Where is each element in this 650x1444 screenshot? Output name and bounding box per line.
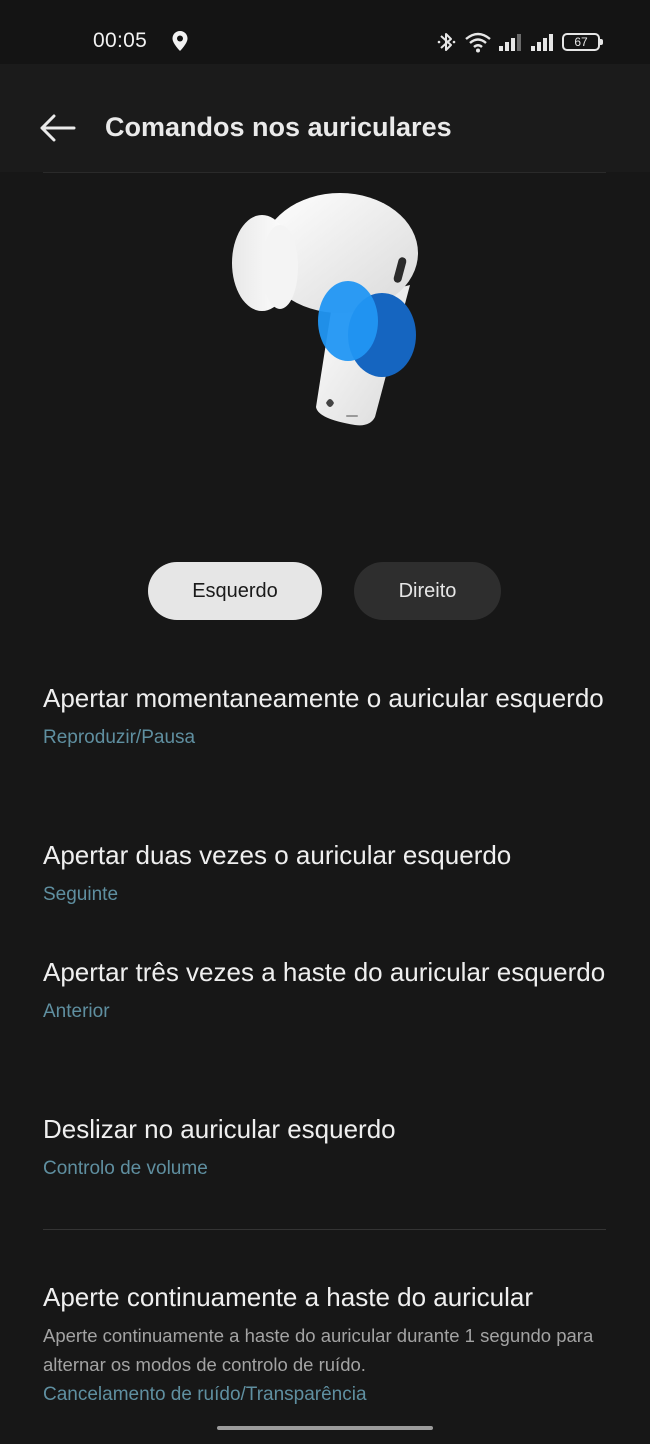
bluetooth-icon [437, 33, 456, 51]
setting-title: Aperte continuamente a haste do auricula… [43, 1282, 533, 1312]
tab-esquerdo[interactable]: Esquerdo [148, 562, 322, 620]
status-icons: 67 [436, 28, 603, 56]
section-divider [43, 1229, 606, 1230]
status-time: 00:05 [93, 29, 148, 52]
signal-icon [531, 34, 553, 51]
setting-title: Apertar momentaneamente o auricular esqu… [43, 683, 604, 713]
setting-value: Cancelamento de ruído/Transparência [43, 1384, 367, 1405]
setting-description: Aperte continuamente a haste do auricula… [43, 1325, 594, 1375]
page-title: Comandos nos auriculares [105, 112, 452, 142]
arrow-left-icon[interactable] [34, 108, 82, 148]
wifi-icon [465, 32, 491, 53]
battery-level: 67 [574, 35, 588, 49]
setting-long-press[interactable]: Aperte continuamente a haste do auricula… [43, 1277, 606, 1409]
header-divider [43, 172, 606, 173]
home-indicator[interactable] [217, 1426, 433, 1430]
location-icon [172, 31, 188, 51]
setting-value: Anterior [43, 1001, 110, 1022]
tab-direito[interactable]: Direito [354, 562, 501, 620]
setting-value: Controlo de volume [43, 1158, 208, 1179]
setting-triple-press[interactable]: Apertar três vezes a haste do auricular … [43, 952, 606, 1026]
battery-icon: 67 [562, 33, 603, 51]
setting-title: Apertar duas vezes o auricular esquerdo [43, 840, 512, 870]
earbud-illustration [232, 193, 418, 426]
signal-icon [499, 34, 521, 51]
setting-title: Apertar três vezes a haste do auricular … [43, 957, 606, 987]
status-bar: 00:05 67 [0, 0, 650, 64]
setting-value: Seguinte [43, 884, 119, 905]
app-bar: Comandos nos auriculares [0, 64, 650, 172]
setting-value: Reproduzir/Pausa [43, 727, 196, 748]
setting-single-press[interactable]: Apertar momentaneamente o auricular esqu… [43, 678, 606, 752]
setting-title: Deslizar no auricular esquerdo [43, 1114, 396, 1144]
setting-swipe[interactable]: Deslizar no auricular esquerdo Controlo … [43, 1109, 606, 1183]
setting-double-press[interactable]: Apertar duas vezes o auricular esquerdo … [43, 835, 606, 909]
earbud-selector: Esquerdo Direito [0, 562, 650, 620]
